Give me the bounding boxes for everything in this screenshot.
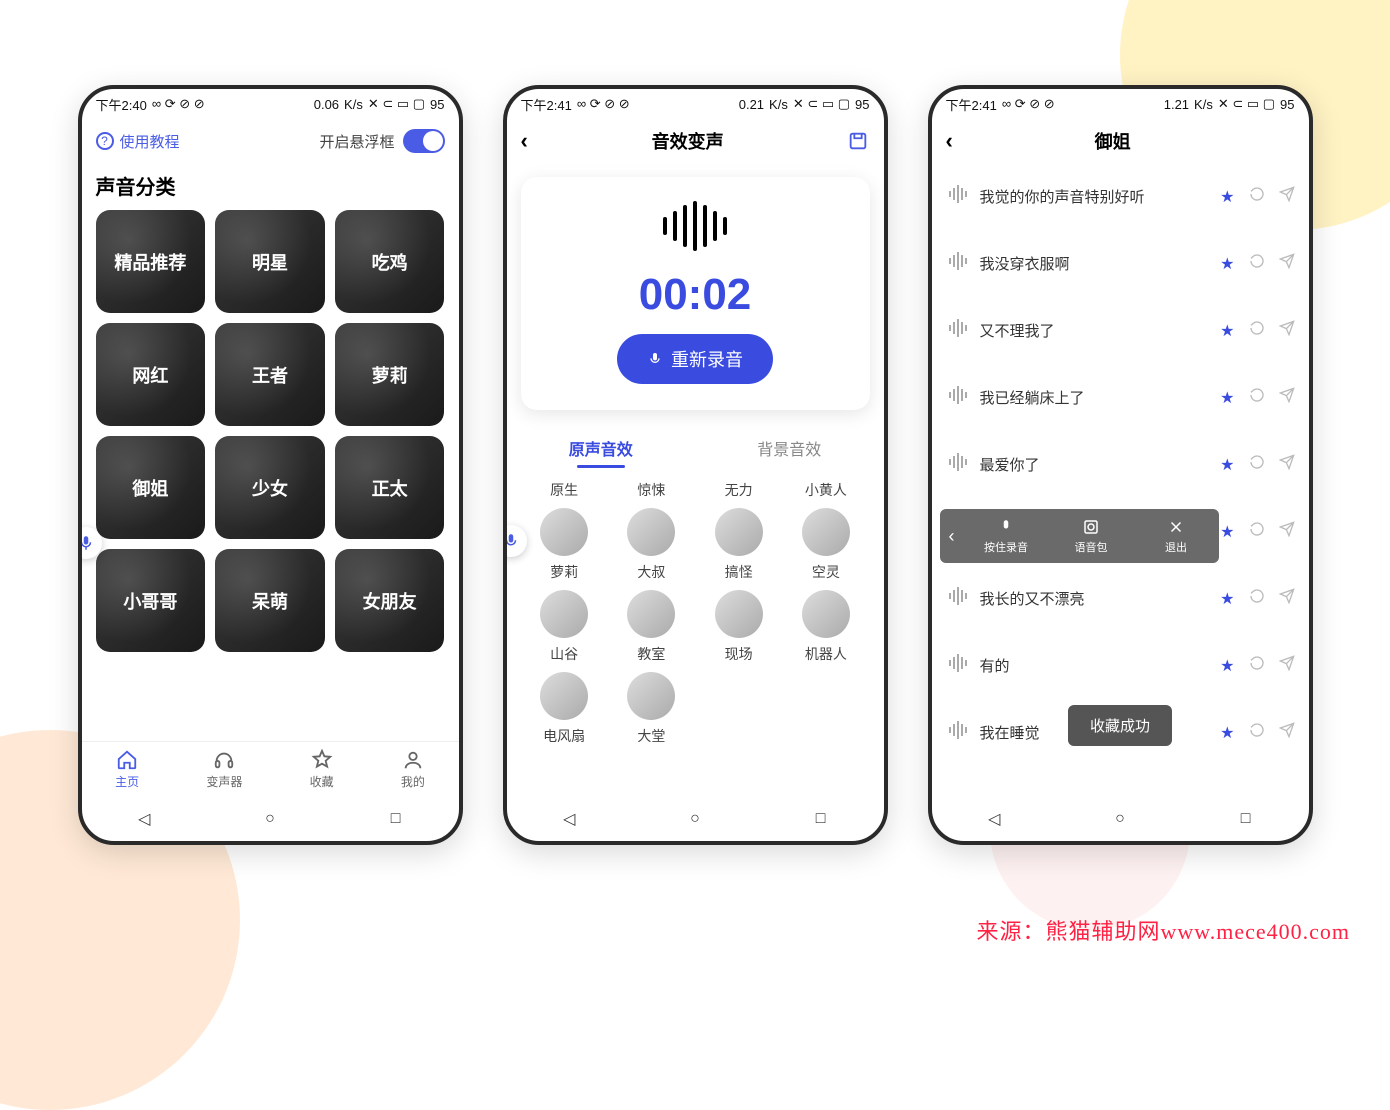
- effect-item[interactable]: 无力: [695, 480, 782, 500]
- voice-item[interactable]: 我没穿衣服啊★: [932, 230, 1309, 297]
- nav-home-icon[interactable]: ○: [1111, 810, 1129, 828]
- float-toggle-label: 开启悬浮框: [319, 131, 394, 152]
- favorite-icon[interactable]: ★: [1220, 187, 1234, 207]
- voice-pack-button[interactable]: 语音包: [1049, 518, 1134, 555]
- voice-item[interactable]: 有的★: [932, 632, 1309, 699]
- nav-favorites[interactable]: 收藏: [310, 749, 334, 790]
- category-card[interactable]: 明星: [215, 210, 325, 313]
- effect-item[interactable]: 教室: [608, 590, 695, 664]
- float-toggle-switch[interactable]: [403, 129, 445, 153]
- floating-control-panel[interactable]: ‹ 按住录音 语音包 退出: [940, 509, 1219, 563]
- waveform-icon: [655, 201, 735, 256]
- nav-home-icon[interactable]: ○: [261, 810, 279, 828]
- tab-original-effects[interactable]: 原声音效: [507, 424, 696, 472]
- nav-recent-icon[interactable]: □: [812, 810, 830, 828]
- nav-back-icon[interactable]: ◁: [560, 810, 578, 828]
- category-grid: 精品推荐 明星 吃鸡 网红 王者 萝莉 御姐 少女 正太 小哥哥 呆萌 女朋友: [82, 210, 459, 652]
- back-button[interactable]: ‹: [946, 128, 953, 154]
- effect-item[interactable]: 现场: [695, 590, 782, 664]
- exit-button[interactable]: 退出: [1134, 518, 1219, 555]
- effect-item[interactable]: 小黄人: [782, 480, 869, 500]
- status-bar: 下午2:40 ∞ ⟳ ⊘ ⊘ 0.06K/s ✕ ⊂ ▭ ▢ 95: [82, 89, 459, 119]
- effect-item[interactable]: 大叔: [608, 508, 695, 582]
- back-button[interactable]: ‹: [521, 128, 528, 154]
- category-card[interactable]: 吃鸡: [335, 210, 445, 313]
- collapse-icon[interactable]: ‹: [940, 526, 964, 547]
- nav-voice-changer[interactable]: 变声器: [206, 749, 242, 790]
- nav-back-icon[interactable]: ◁: [135, 810, 153, 828]
- nav-back-icon[interactable]: ◁: [985, 810, 1003, 828]
- effect-item[interactable]: 山谷: [521, 590, 608, 664]
- nav-mine[interactable]: 我的: [401, 749, 425, 790]
- effect-item[interactable]: 惊悚: [608, 480, 695, 500]
- effects-grid: 原生 惊悚 无力 小黄人 萝莉 大叔 搞怪 空灵 山谷 教室 现场 机器人 电风…: [507, 472, 884, 754]
- category-card[interactable]: 王者: [215, 323, 325, 426]
- tab-background-effects[interactable]: 背景音效: [695, 424, 884, 472]
- category-card[interactable]: 网红: [96, 323, 206, 426]
- page-title: 音效变声: [652, 128, 724, 154]
- category-card[interactable]: 小哥哥: [96, 549, 206, 652]
- nav-home[interactable]: 主页: [115, 749, 139, 790]
- help-tutorial-link[interactable]: ? 使用教程: [96, 131, 180, 152]
- nav-recent-icon[interactable]: □: [387, 810, 405, 828]
- replay-icon[interactable]: [1249, 186, 1265, 207]
- help-icon: ?: [96, 132, 114, 150]
- save-icon[interactable]: [847, 130, 869, 152]
- rerecord-button[interactable]: 重新录音: [617, 334, 773, 384]
- voice-item[interactable]: 我觉的你的声音特别好听★: [932, 163, 1309, 230]
- voice-item[interactable]: 又不理我了★: [932, 297, 1309, 364]
- system-nav: ◁ ○ □: [82, 797, 459, 841]
- effect-item[interactable]: 空灵: [782, 508, 869, 582]
- category-card[interactable]: 萝莉: [335, 323, 445, 426]
- send-icon[interactable]: [1279, 186, 1295, 207]
- nav-recent-icon[interactable]: □: [1237, 810, 1255, 828]
- hold-record-button[interactable]: 按住录音: [964, 518, 1049, 555]
- effect-item[interactable]: 机器人: [782, 590, 869, 664]
- help-label: 使用教程: [120, 131, 180, 152]
- category-card[interactable]: 呆萌: [215, 549, 325, 652]
- category-card[interactable]: 少女: [215, 436, 325, 539]
- status-time: 下午2:40: [96, 95, 147, 114]
- system-nav: ◁ ○ □: [932, 797, 1309, 841]
- status-bar: 下午2:41 ∞ ⟳ ⊘ ⊘ 1.21K/s ✕ ⊂ ▭ ▢ 95: [932, 89, 1309, 119]
- status-bar: 下午2:41 ∞ ⟳ ⊘ ⊘ 0.21K/s ✕ ⊂ ▭ ▢ 95: [507, 89, 884, 119]
- category-card[interactable]: 正太: [335, 436, 445, 539]
- category-card[interactable]: 精品推荐: [96, 210, 206, 313]
- voice-list: 我觉的你的声音特别好听★ 我没穿衣服啊★ 又不理我了★ 我已经躺床上了★ 最爱你…: [932, 163, 1309, 766]
- phone-2-recorder: 下午2:41 ∞ ⟳ ⊘ ⊘ 0.21K/s ✕ ⊂ ▭ ▢ 95 ‹ 音效变声…: [503, 85, 888, 845]
- page-title: 御姐: [1095, 128, 1131, 154]
- effect-item[interactable]: 电风扇: [521, 672, 608, 746]
- voice-item[interactable]: 我已经躺床上了★: [932, 364, 1309, 431]
- record-card: 00:02 重新录音: [521, 177, 870, 410]
- status-battery: 95: [430, 97, 444, 112]
- phone-1-home: 下午2:40 ∞ ⟳ ⊘ ⊘ 0.06K/s ✕ ⊂ ▭ ▢ 95 ? 使用教程…: [78, 85, 463, 845]
- phone-3-voice-list: 下午2:41 ∞ ⟳ ⊘ ⊘ 1.21K/s ✕ ⊂ ▭ ▢ 95 ‹ 御姐 我…: [928, 85, 1313, 845]
- effect-item[interactable]: 搞怪: [695, 508, 782, 582]
- toast-message: 收藏成功: [1068, 705, 1172, 746]
- bottom-nav: 主页 变声器 收藏 我的: [82, 741, 459, 797]
- effect-item[interactable]: 原生: [521, 480, 608, 500]
- effect-item[interactable]: 大堂: [608, 672, 695, 746]
- section-title: 声音分类: [82, 163, 459, 210]
- voice-item[interactable]: 最爱你了★: [932, 431, 1309, 498]
- waveform-icon: [946, 182, 970, 211]
- system-nav: ◁ ○ □: [507, 797, 884, 841]
- effect-item[interactable]: 萝莉: [521, 508, 608, 582]
- source-watermark: 来源：熊猫辅助网www.mece400.com: [976, 914, 1350, 946]
- effect-tabs: 原声音效 背景音效: [507, 424, 884, 472]
- category-card[interactable]: 女朋友: [335, 549, 445, 652]
- category-card[interactable]: 御姐: [96, 436, 206, 539]
- nav-home-icon[interactable]: ○: [686, 810, 704, 828]
- record-timer: 00:02: [639, 270, 752, 320]
- voice-item[interactable]: 我长的又不漂亮★: [932, 565, 1309, 632]
- status-speed: 0.06: [314, 97, 339, 112]
